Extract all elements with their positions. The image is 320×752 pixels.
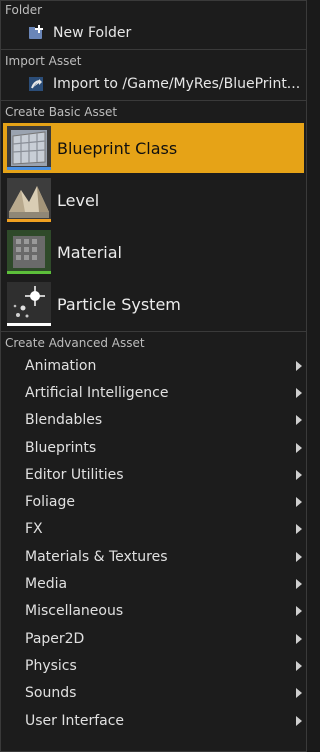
submenu-editor-utilities[interactable]: Editor Utilities (1, 461, 306, 488)
blueprint-class-menu-item[interactable]: Blueprint Class (3, 123, 304, 173)
section-header-advanced: Create Advanced Asset (5, 336, 145, 350)
submenu-blueprints[interactable]: Blueprints (1, 434, 306, 461)
section-header-import: Import Asset (5, 54, 82, 68)
submenu-label: Animation (25, 357, 97, 374)
level-label: Level (57, 190, 100, 210)
create-asset-context-menu: Folder New Folder Import Asset Import to… (0, 0, 307, 752)
submenu-label: Foliage (25, 494, 75, 511)
chevron-right-icon (296, 715, 302, 726)
submenu-physics[interactable]: Physics (1, 652, 306, 679)
submenu-label: Media (25, 576, 68, 593)
separator (1, 331, 306, 332)
submenu-label: Blueprints (25, 439, 97, 456)
chevron-right-icon (296, 497, 302, 508)
chevron-right-icon (296, 442, 302, 453)
submenu-paper2d[interactable]: Paper2D (1, 625, 306, 652)
level-terrain-icon (7, 178, 51, 222)
submenu-media[interactable]: Media (1, 570, 306, 597)
submenu-label: Artificial Intelligence (25, 384, 169, 401)
blueprint-class-label: Blueprint Class (57, 138, 178, 158)
chevron-right-icon (296, 415, 302, 426)
particle-sparkle-icon (7, 282, 51, 326)
submenu-sounds[interactable]: Sounds (1, 680, 306, 707)
submenu-miscellaneous[interactable]: Miscellaneous (1, 598, 306, 625)
submenu-label: Physics (25, 657, 77, 674)
chevron-right-icon (296, 551, 302, 562)
new-folder-menu-item[interactable]: New Folder (1, 19, 306, 47)
chevron-right-icon (296, 360, 302, 371)
section-header-folder: Folder (5, 3, 43, 17)
submenu-blendables[interactable]: Blendables (1, 407, 306, 434)
chevron-right-icon (296, 579, 302, 590)
submenu-label: Materials & Textures (25, 548, 168, 565)
submenu-materials-textures[interactable]: Materials & Textures (1, 543, 306, 570)
submenu-artificial-intelligence[interactable]: Artificial Intelligence (1, 379, 306, 406)
import-arrow-icon (27, 74, 47, 94)
blueprint-class-icon (7, 126, 51, 170)
new-folder-icon (27, 23, 47, 43)
chevron-right-icon (296, 387, 302, 398)
chevron-right-icon (296, 469, 302, 480)
material-grid-icon (7, 230, 51, 274)
submenu-label: FX (25, 521, 43, 538)
chevron-right-icon (296, 660, 302, 671)
section-header-basic: Create Basic Asset (5, 105, 118, 119)
new-folder-label: New Folder (53, 25, 132, 41)
level-menu-item[interactable]: Level (3, 175, 304, 225)
chevron-right-icon (296, 606, 302, 617)
submenu-label: Miscellaneous (25, 603, 124, 620)
submenu-label: Sounds (25, 685, 77, 702)
submenu-label: Blendables (25, 412, 103, 429)
chevron-right-icon (296, 688, 302, 699)
import-menu-item[interactable]: Import to /Game/MyRes/BluePrint... (1, 70, 306, 98)
separator (1, 49, 306, 50)
particle-system-menu-item[interactable]: Particle System (3, 279, 304, 329)
material-label: Material (57, 242, 122, 262)
submenu-label: User Interface (25, 712, 125, 729)
submenu-fx[interactable]: FX (1, 516, 306, 543)
material-menu-item[interactable]: Material (3, 227, 304, 277)
submenu-label: Editor Utilities (25, 466, 124, 483)
submenu-animation[interactable]: Animation (1, 352, 306, 379)
submenu-foliage[interactable]: Foliage (1, 488, 306, 515)
advanced-asset-list: Animation Artificial Intelligence Blenda… (1, 352, 306, 734)
chevron-right-icon (296, 633, 302, 644)
particle-system-label: Particle System (57, 294, 181, 314)
chevron-right-icon (296, 524, 302, 535)
submenu-label: Paper2D (25, 630, 85, 647)
separator (1, 100, 306, 101)
submenu-user-interface[interactable]: User Interface (1, 707, 306, 734)
import-label: Import to /Game/MyRes/BluePrint... (53, 76, 301, 92)
